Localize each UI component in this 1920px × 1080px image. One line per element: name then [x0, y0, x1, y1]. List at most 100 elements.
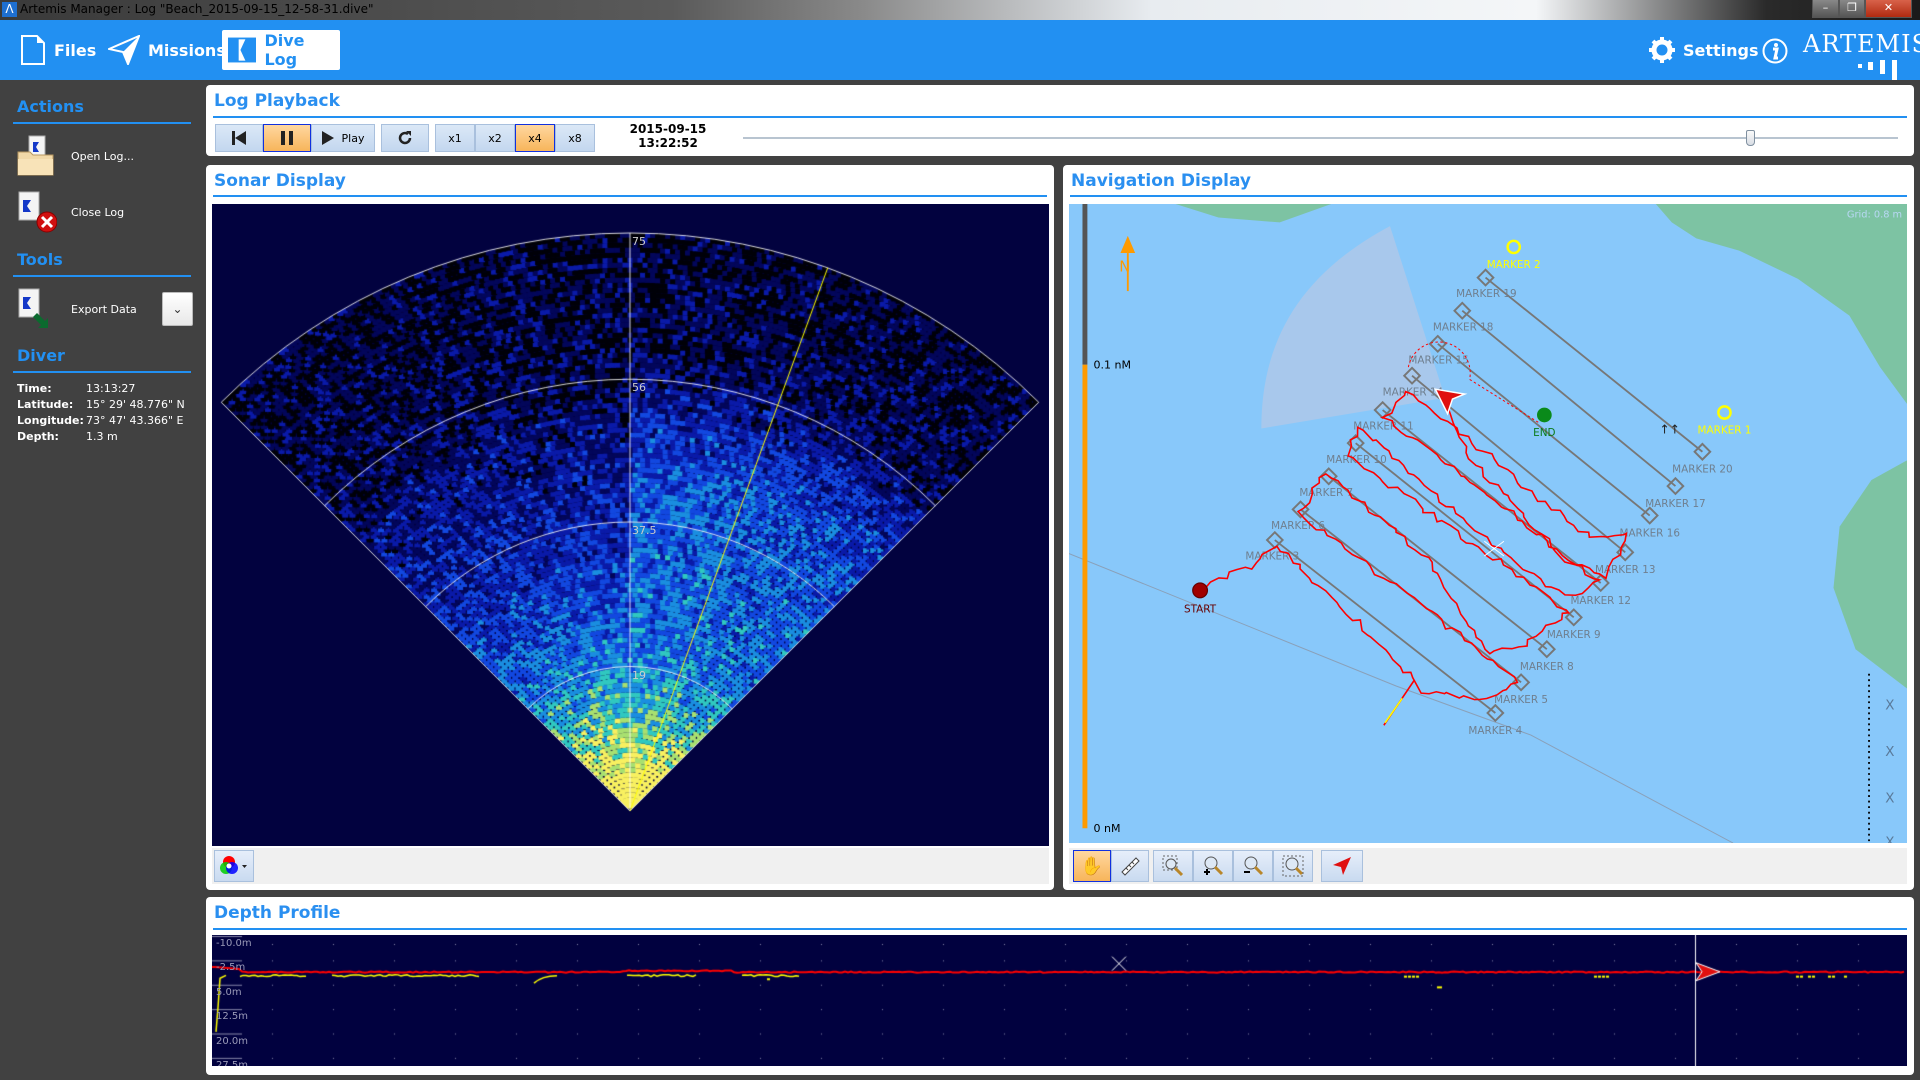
diver-time-label: Time: — [17, 382, 52, 395]
sonar-display-panel: Sonar Display 75 56 37.5 19 — [206, 165, 1054, 890]
export-data-action[interactable]: Export Data — [17, 287, 137, 331]
current-arrows-icon: ↑↑ — [1660, 422, 1681, 436]
play-icon — [321, 131, 334, 145]
open-log-action[interactable]: Open Log... — [17, 134, 134, 178]
color-palette-button[interactable] — [214, 850, 254, 882]
marker-label: MARKER 15 — [1408, 354, 1468, 366]
marker-label: MARKER 5 — [1494, 694, 1548, 706]
play-button[interactable]: Play — [311, 124, 375, 152]
info-button[interactable] — [1762, 38, 1788, 68]
nav-files-label: Files — [54, 40, 97, 60]
skip-to-start-button[interactable] — [215, 124, 263, 152]
zoom-in-icon — [1204, 856, 1224, 876]
start-label: START — [1184, 603, 1217, 615]
tools-expand-button[interactable]: ⌄ — [162, 292, 193, 326]
marker-label: MARKER 13 — [1595, 564, 1655, 576]
timeline-slider-thumb[interactable] — [1746, 130, 1756, 146]
marker-label: MARKER 10 — [1326, 454, 1386, 466]
pause-button[interactable] — [263, 124, 311, 152]
zoom-in-button[interactable] — [1193, 850, 1233, 882]
restore-button[interactable]: ❐ — [1839, 0, 1865, 18]
nav-dive-log[interactable]: Dive Log — [222, 30, 340, 70]
playback-controls: Play x1 x2 x4 x8 — [215, 124, 815, 152]
nav-missions-label: Missions — [148, 40, 226, 60]
pause-icon — [281, 131, 293, 145]
depth-profile-panel: Depth Profile -10.0m -2.5m 5.0m 12.5m 20.0m 2… — [206, 897, 1914, 1075]
nav-missions[interactable]: Missions — [102, 30, 232, 70]
diver-latitude-label: Latitude: — [17, 398, 74, 411]
diver-depth-value: 1.3 m — [86, 430, 118, 443]
speed-x1-button[interactable]: x1 — [435, 124, 475, 152]
sonar-toolbar — [212, 848, 1049, 884]
divider — [213, 195, 1047, 197]
nav-files[interactable]: Files — [14, 30, 102, 70]
divider — [13, 122, 191, 124]
app-icon: Λ — [2, 2, 17, 17]
skip-back-icon — [232, 131, 246, 145]
zoom-out-button[interactable] — [1233, 850, 1273, 882]
scale-bar-upper — [1082, 204, 1088, 365]
scale-bar-lower — [1082, 364, 1088, 829]
actions-heading: Actions — [17, 97, 84, 116]
refresh-icon — [398, 131, 412, 145]
divider — [213, 116, 1907, 118]
sonar-image[interactable] — [212, 204, 1049, 846]
tools-heading: Tools — [17, 250, 63, 269]
marker-label: MARKER 12 — [1570, 595, 1630, 607]
navigation-map[interactable]: Grid: 0.8 m 0.1 nM 0 nM N MARKER 19 MARKER 18… — [1069, 204, 1907, 843]
settings-button[interactable]: Settings — [1643, 30, 1765, 70]
navigation-display-panel: Navigation Display Grid: 0.8 m 0.1 nM 0 nM… — [1063, 165, 1914, 890]
close-log-label: Close Log — [71, 205, 125, 219]
zoom-area-button[interactable] — [1153, 850, 1193, 882]
divider — [1070, 195, 1907, 197]
marker-label: MARKER 17 — [1645, 498, 1705, 510]
file-icon — [21, 35, 45, 65]
export-data-label: Export Data — [71, 302, 137, 316]
chevron-double-down-icon: ⌄ — [172, 302, 183, 316]
artemis-logo: ARTEMIS — [1803, 30, 1920, 58]
diver-latitude-value: 15° 29' 48.776" N — [86, 398, 185, 411]
ruler-icon — [1121, 857, 1140, 876]
diver-time-value: 13:13:27 — [86, 382, 136, 395]
pan-tool-button[interactable]: ✋ — [1073, 850, 1111, 882]
navigation-toolbar: ✋ — [1069, 848, 1907, 884]
speed-x8-button[interactable]: x8 — [555, 124, 595, 152]
timeline-slider[interactable] — [743, 130, 1898, 146]
marker-label: MARKER 8 — [1520, 661, 1574, 673]
playback-time: 13:22:52 — [638, 136, 698, 150]
navigation-display-title: Navigation Display — [1071, 171, 1251, 191]
zoom-out-icon — [1244, 856, 1264, 876]
gear-icon — [1649, 37, 1675, 63]
depth-profile-plot[interactable] — [212, 935, 1907, 1066]
measure-tool-button[interactable] — [1111, 850, 1149, 882]
close-log-action[interactable]: Close Log — [17, 190, 124, 234]
playback-date: 2015-09-15 — [629, 122, 707, 136]
rgb-palette-icon — [220, 856, 247, 874]
zoom-fit-button[interactable] — [1273, 850, 1313, 882]
zoom-fit-icon — [1282, 855, 1304, 877]
marker-label: MARKER 11 — [1353, 421, 1413, 433]
diver-longitude-label: Longitude: — [17, 414, 84, 427]
start-marker-icon — [1192, 582, 1209, 599]
window-titlebar: Λ Artemis Manager : Log "Beach_2015-09-1… — [0, 0, 1920, 20]
speed-x4-button[interactable]: x4 — [515, 124, 555, 152]
divider — [213, 928, 1907, 930]
loop-button[interactable] — [381, 124, 429, 152]
pan-hand-icon: ✋ — [1080, 855, 1104, 877]
speed-x2-button[interactable]: x2 — [475, 124, 515, 152]
grid-label: Grid: 0.8 m — [1847, 209, 1902, 220]
open-folder-icon — [17, 135, 54, 176]
minimize-button[interactable]: – — [1812, 0, 1839, 18]
marker-label: MARKER 4 — [1468, 725, 1522, 737]
close-window-button[interactable]: ✕ — [1865, 0, 1912, 18]
x-mark-icon: X — [1885, 791, 1894, 807]
nav-dive-log-label: Dive Log — [264, 31, 305, 69]
end-marker-icon — [1537, 407, 1552, 423]
zoom-area-icon — [1162, 855, 1184, 877]
playback-timestamp: 2015-09-15 13:22:52 — [618, 122, 718, 150]
diver-longitude-value: 73° 47' 43.366" E — [86, 414, 184, 427]
locate-vehicle-button[interactable] — [1321, 850, 1363, 882]
marker-label: MARKER 19 — [1456, 288, 1516, 300]
x-mark-icon: X — [1885, 744, 1894, 760]
north-label: N — [1119, 258, 1130, 275]
